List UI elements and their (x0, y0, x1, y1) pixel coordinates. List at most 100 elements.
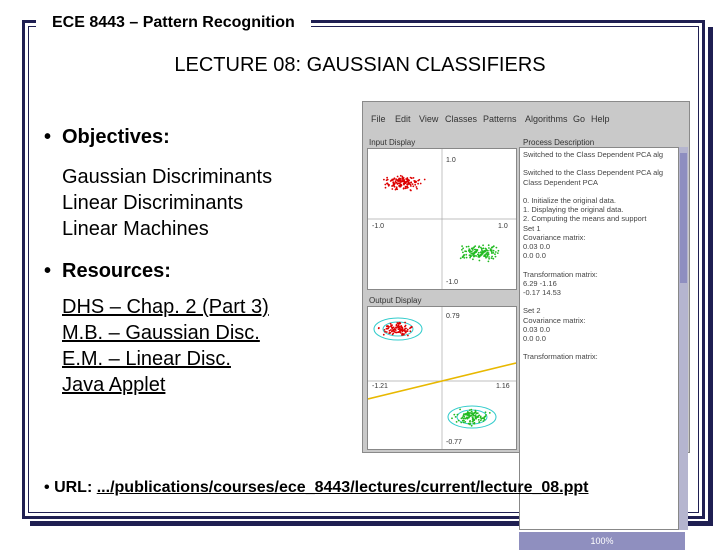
objective-item: Linear Discriminants (62, 192, 244, 214)
class1-point (384, 186, 387, 189)
class1-point (410, 185, 412, 187)
menu-edit[interactable]: Edit (395, 114, 411, 124)
class2-point (491, 252, 493, 254)
objective-item: Linear Machines (62, 218, 209, 240)
menu-patterns[interactable]: Patterns (483, 114, 517, 124)
class2-point (465, 253, 468, 256)
class1-point (396, 188, 399, 191)
output-display-label: Output Display (369, 296, 422, 305)
class1-point (403, 183, 405, 186)
class2-point (479, 415, 482, 418)
class1-point (386, 178, 389, 181)
class1-point (399, 174, 402, 177)
class2-point (497, 249, 500, 252)
class1-point (393, 184, 395, 187)
class2-point (472, 419, 474, 422)
class2-point (472, 254, 474, 257)
class2-point (492, 245, 495, 248)
process-line: 2. Computing the means and support (523, 214, 647, 224)
class1-point (389, 331, 391, 334)
class2-point (465, 245, 468, 248)
input-tick-right: 1.0 (498, 223, 508, 230)
class2-point (477, 419, 480, 421)
output-tick-left: -1.21 (372, 383, 388, 390)
scrollbar-thumb[interactable] (680, 153, 687, 283)
class2-point (462, 251, 464, 254)
menu-file[interactable]: File (371, 114, 386, 124)
process-line (523, 343, 675, 352)
process-line (523, 187, 675, 196)
output-tick-top: 0.79 (446, 313, 460, 320)
class2-point (477, 255, 480, 258)
class2-point (479, 419, 482, 422)
class2-point (470, 247, 473, 250)
class1-point (396, 175, 399, 178)
applet-screenshot: File Edit View Classes Patterns Algorith… (362, 101, 690, 550)
class1-point (398, 182, 401, 185)
class2-point (464, 417, 467, 420)
class2-point (475, 417, 477, 420)
class1-point (399, 329, 402, 332)
process-scrollbar[interactable] (679, 147, 688, 530)
class1-point (402, 178, 405, 180)
class2-point (491, 255, 493, 258)
class1-point (386, 176, 388, 179)
class2-point (482, 247, 485, 250)
class1-point (395, 186, 398, 189)
class1-point (397, 324, 400, 327)
class1-point (404, 187, 407, 190)
class2-point (485, 414, 487, 416)
class2-point (473, 254, 476, 257)
class2-point (485, 252, 488, 255)
class2-point (477, 254, 480, 257)
class2-point (495, 246, 498, 249)
lecture-url-link[interactable]: .../publications/courses/ece_8443/lectur… (97, 479, 589, 496)
class1-point (409, 176, 412, 179)
class1-point (393, 329, 395, 332)
class1-point (402, 333, 405, 336)
menu-help[interactable]: Help (591, 114, 610, 124)
input-display-label: Input Display (369, 138, 416, 147)
class2-point (474, 409, 477, 412)
input-plot[interactable]: 1.0 -1.0 1.0 -1.0 (367, 148, 517, 290)
class1-point (387, 184, 390, 187)
class1-point (414, 181, 417, 184)
class1-point (394, 180, 397, 183)
class2-point (467, 245, 470, 248)
class2-point (483, 417, 485, 420)
resource-link-em[interactable]: E.M. – Linear Disc. (62, 348, 231, 370)
resource-link-dhs[interactable]: DHS – Chap. 2 (Part 3) (62, 296, 269, 318)
class1-point (383, 329, 386, 331)
resource-link-mb[interactable]: M.B. – Gaussian Disc. (62, 322, 260, 344)
bullet-icon: • (44, 479, 50, 496)
class2-point (474, 411, 477, 414)
class2-point (453, 413, 456, 416)
class1-point (404, 321, 406, 324)
class2-point (469, 420, 471, 423)
class2-point (485, 249, 488, 252)
process-description-text: Switched to the Class Dependent PCA alg … (519, 147, 679, 530)
objectives-heading: • Objectives: (44, 124, 354, 150)
process-line: Switched to the Class Dependent PCA alg (523, 168, 664, 178)
class2-point (462, 255, 465, 257)
class2-point (488, 412, 491, 414)
bullet-icon: • (44, 126, 52, 148)
class1-point (415, 186, 418, 188)
menu-go[interactable]: Go (573, 114, 585, 124)
class1-point (401, 332, 404, 335)
class2-point (463, 257, 466, 259)
class1-point (412, 185, 415, 188)
menu-view[interactable]: View (419, 114, 438, 124)
class2-point (478, 421, 481, 423)
class1-point (406, 330, 409, 332)
menu-algorithms[interactable]: Algorithms (525, 114, 568, 124)
resources-section: • Resources: DHS – Chap. 2 (Part 3) M.B. … (44, 258, 364, 398)
class2-point (477, 246, 480, 249)
process-line: 1. Displaying the original data. (523, 205, 624, 215)
class1-point (382, 333, 385, 336)
class2-point (484, 247, 487, 250)
output-tick-bottom: -0.77 (446, 439, 462, 446)
resource-link-applet[interactable]: Java Applet (62, 374, 165, 396)
menu-classes[interactable]: Classes (445, 114, 477, 124)
output-plot[interactable]: 0.79 -1.21 1.16 -0.77 (367, 306, 517, 450)
